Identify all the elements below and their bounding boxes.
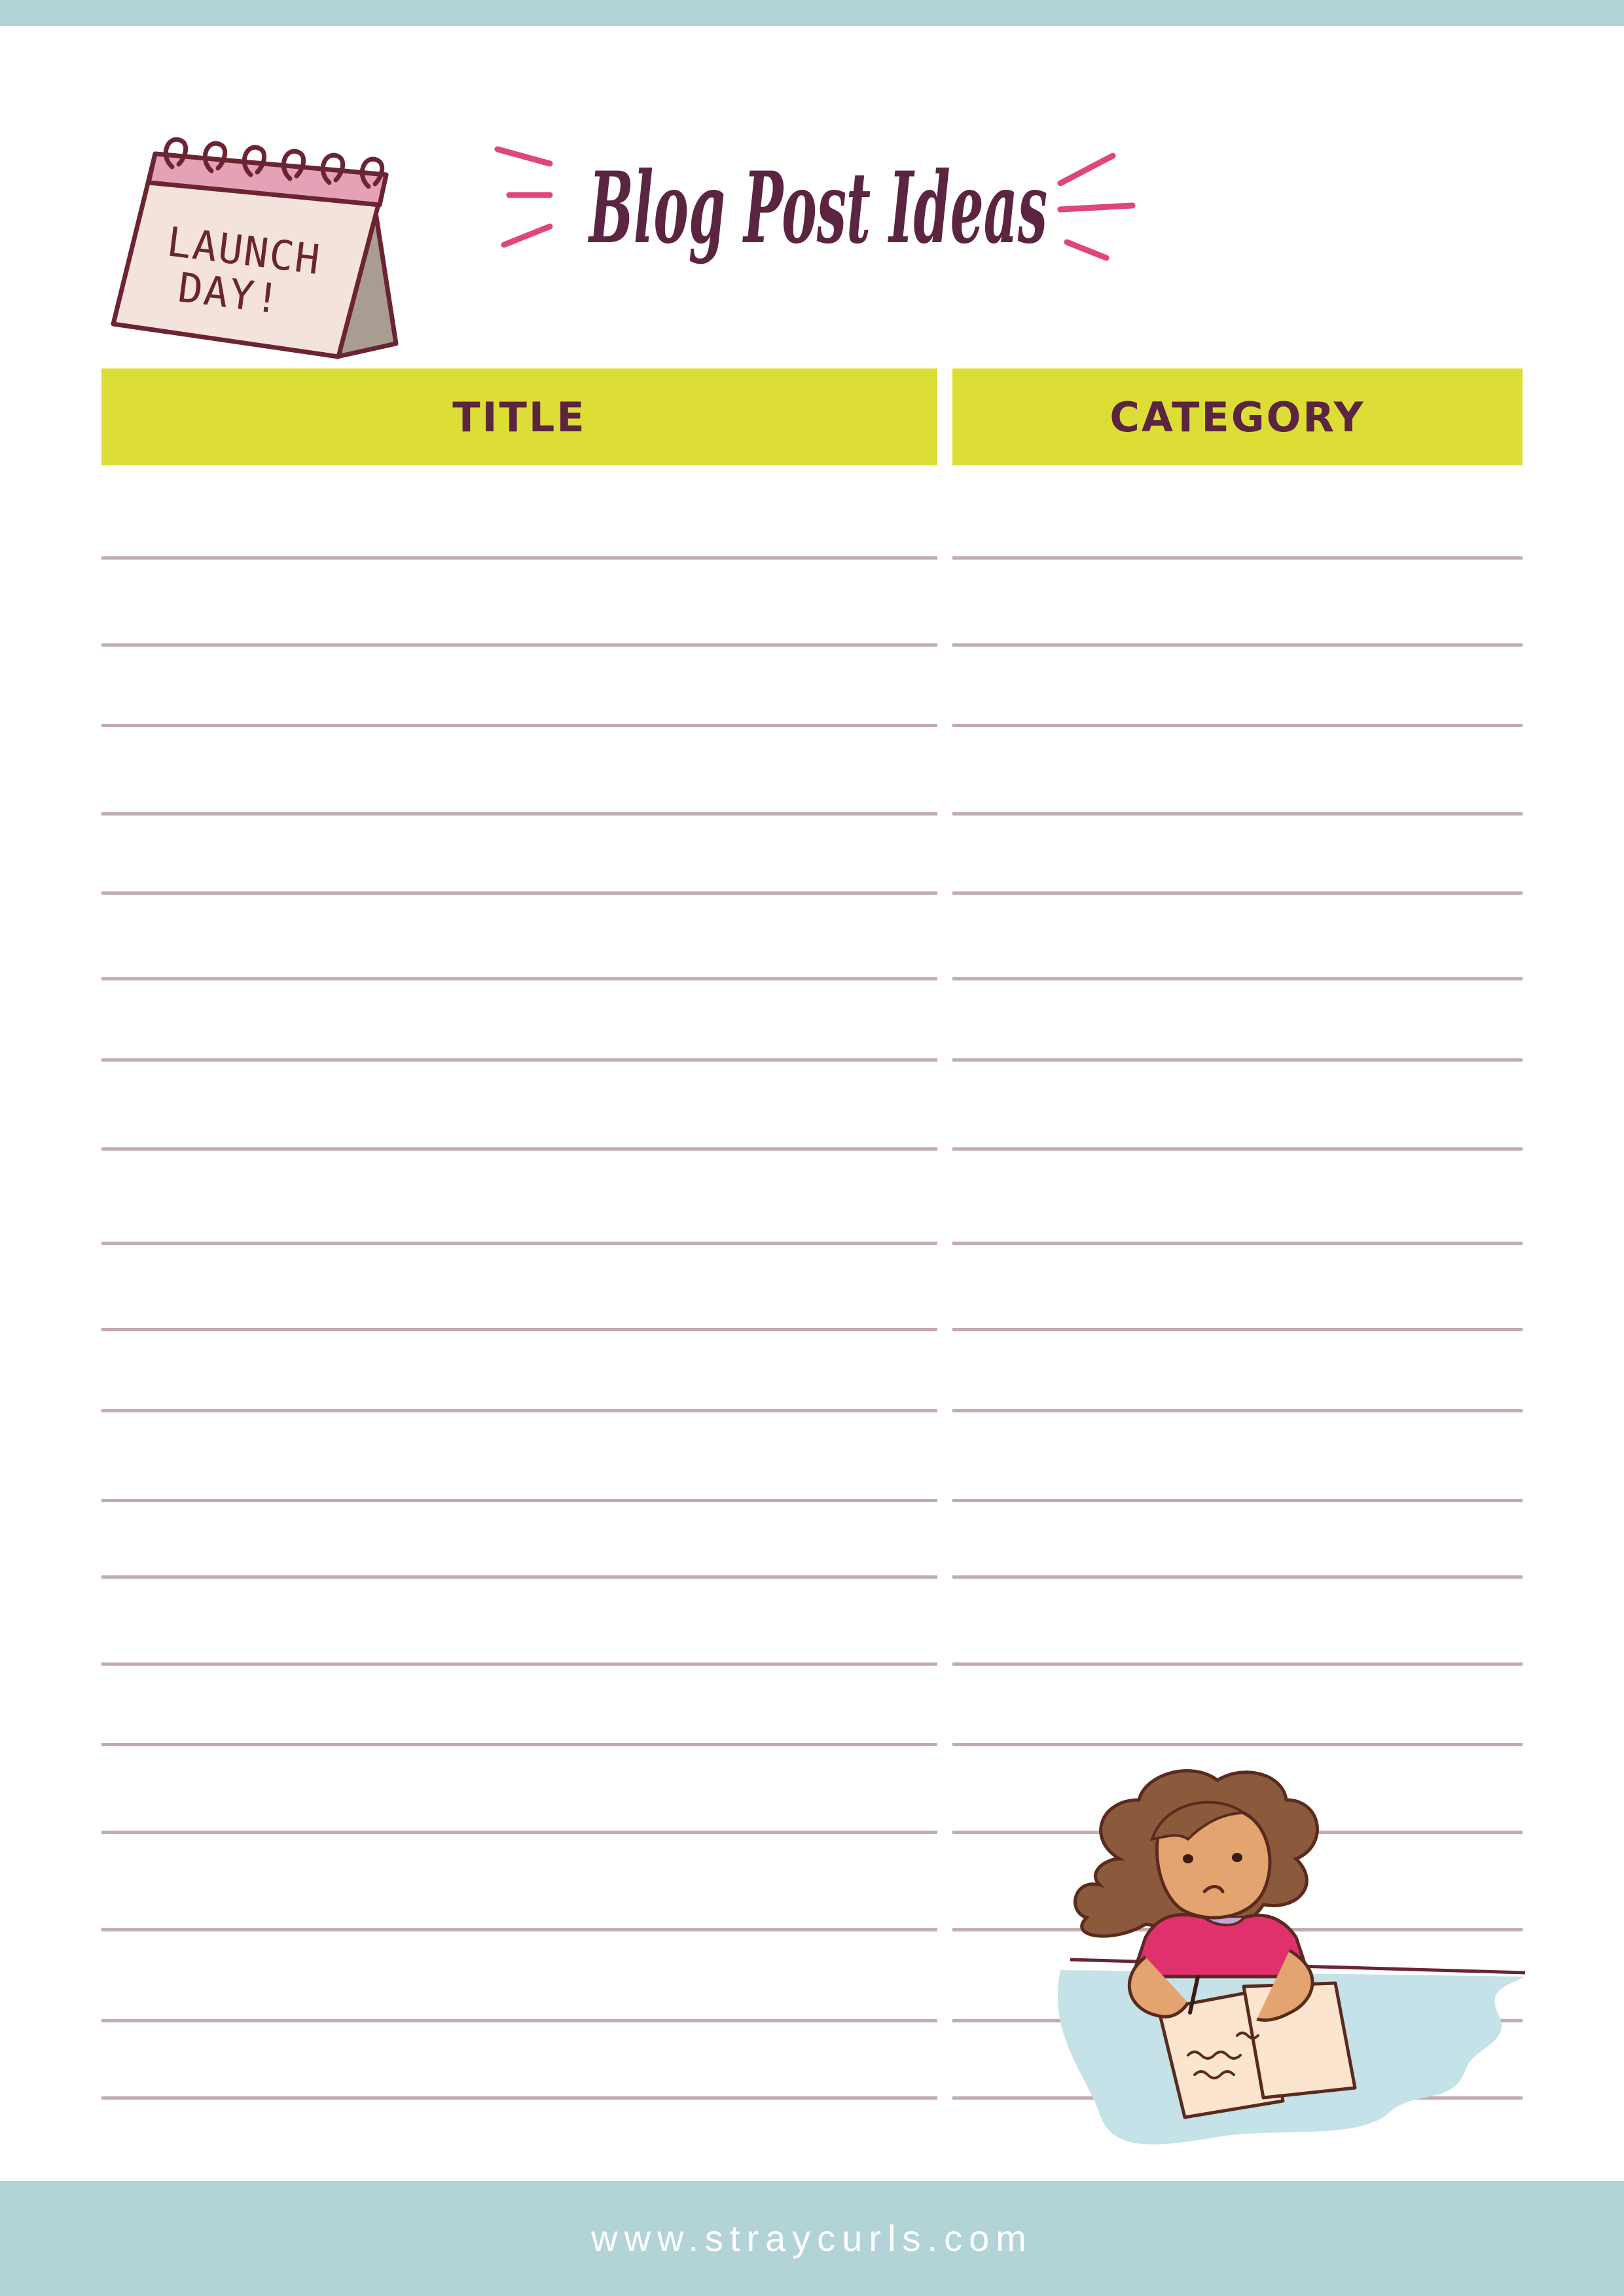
category-entry-line[interactable] [952, 1328, 1523, 1331]
column-header-title-label: TITLE [452, 393, 586, 441]
column-header-category-label: CATEGORY [1110, 393, 1365, 441]
title-entry-line[interactable] [101, 1058, 937, 1062]
calendar-illustration: LAUNCH DAY! [111, 137, 399, 359]
title-entry-line[interactable] [101, 1743, 937, 1746]
writing-girl-illustration [1057, 1769, 1526, 2145]
title-entry-line[interactable] [101, 2096, 937, 2100]
category-entry-line[interactable] [952, 977, 1523, 980]
category-entry-line[interactable] [952, 556, 1523, 560]
title-entry-line[interactable] [101, 1662, 937, 1666]
category-entry-line[interactable] [952, 724, 1523, 727]
category-entry-line[interactable] [952, 812, 1523, 816]
title-entry-line[interactable] [101, 643, 937, 647]
title-entry-line[interactable] [101, 1928, 937, 1931]
category-entry-line[interactable] [952, 1575, 1523, 1579]
title-entry-line[interactable] [101, 1328, 937, 1331]
footer-band: www.straycurls.com [0, 2181, 1624, 2296]
title-entry-line[interactable] [101, 724, 937, 727]
title-entry-line[interactable] [101, 1575, 937, 1579]
category-entry-line[interactable] [952, 891, 1523, 895]
column-header-category: CATEGORY [952, 368, 1523, 465]
category-entry-line[interactable] [952, 1743, 1523, 1746]
title-entry-line[interactable] [101, 1409, 937, 1412]
title-entry-line[interactable] [101, 977, 937, 980]
title-entry-line[interactable] [101, 1499, 937, 1502]
column-header-title: TITLE [101, 368, 937, 465]
category-entry-line[interactable] [952, 1147, 1523, 1151]
category-entry-line[interactable] [952, 1242, 1523, 1245]
page-title: Blog Post Ideas [588, 151, 1047, 266]
page-title-art: Blog Post Ideas [494, 146, 1136, 266]
title-entry-line[interactable] [101, 1147, 937, 1151]
title-entry-line[interactable] [101, 1831, 937, 1834]
category-entry-line[interactable] [952, 1499, 1523, 1502]
category-entry-line[interactable] [952, 643, 1523, 647]
category-entry-line[interactable] [952, 1662, 1523, 1666]
category-entry-line[interactable] [952, 1058, 1523, 1062]
footer-website: www.straycurls.com [591, 2217, 1033, 2259]
title-entry-line[interactable] [101, 556, 937, 560]
category-entry-line[interactable] [952, 1409, 1523, 1412]
title-entry-line[interactable] [101, 2019, 937, 2022]
title-entry-line[interactable] [101, 891, 937, 895]
top-band [0, 0, 1624, 26]
title-entry-line[interactable] [101, 812, 937, 816]
title-entry-line[interactable] [101, 1242, 937, 1245]
